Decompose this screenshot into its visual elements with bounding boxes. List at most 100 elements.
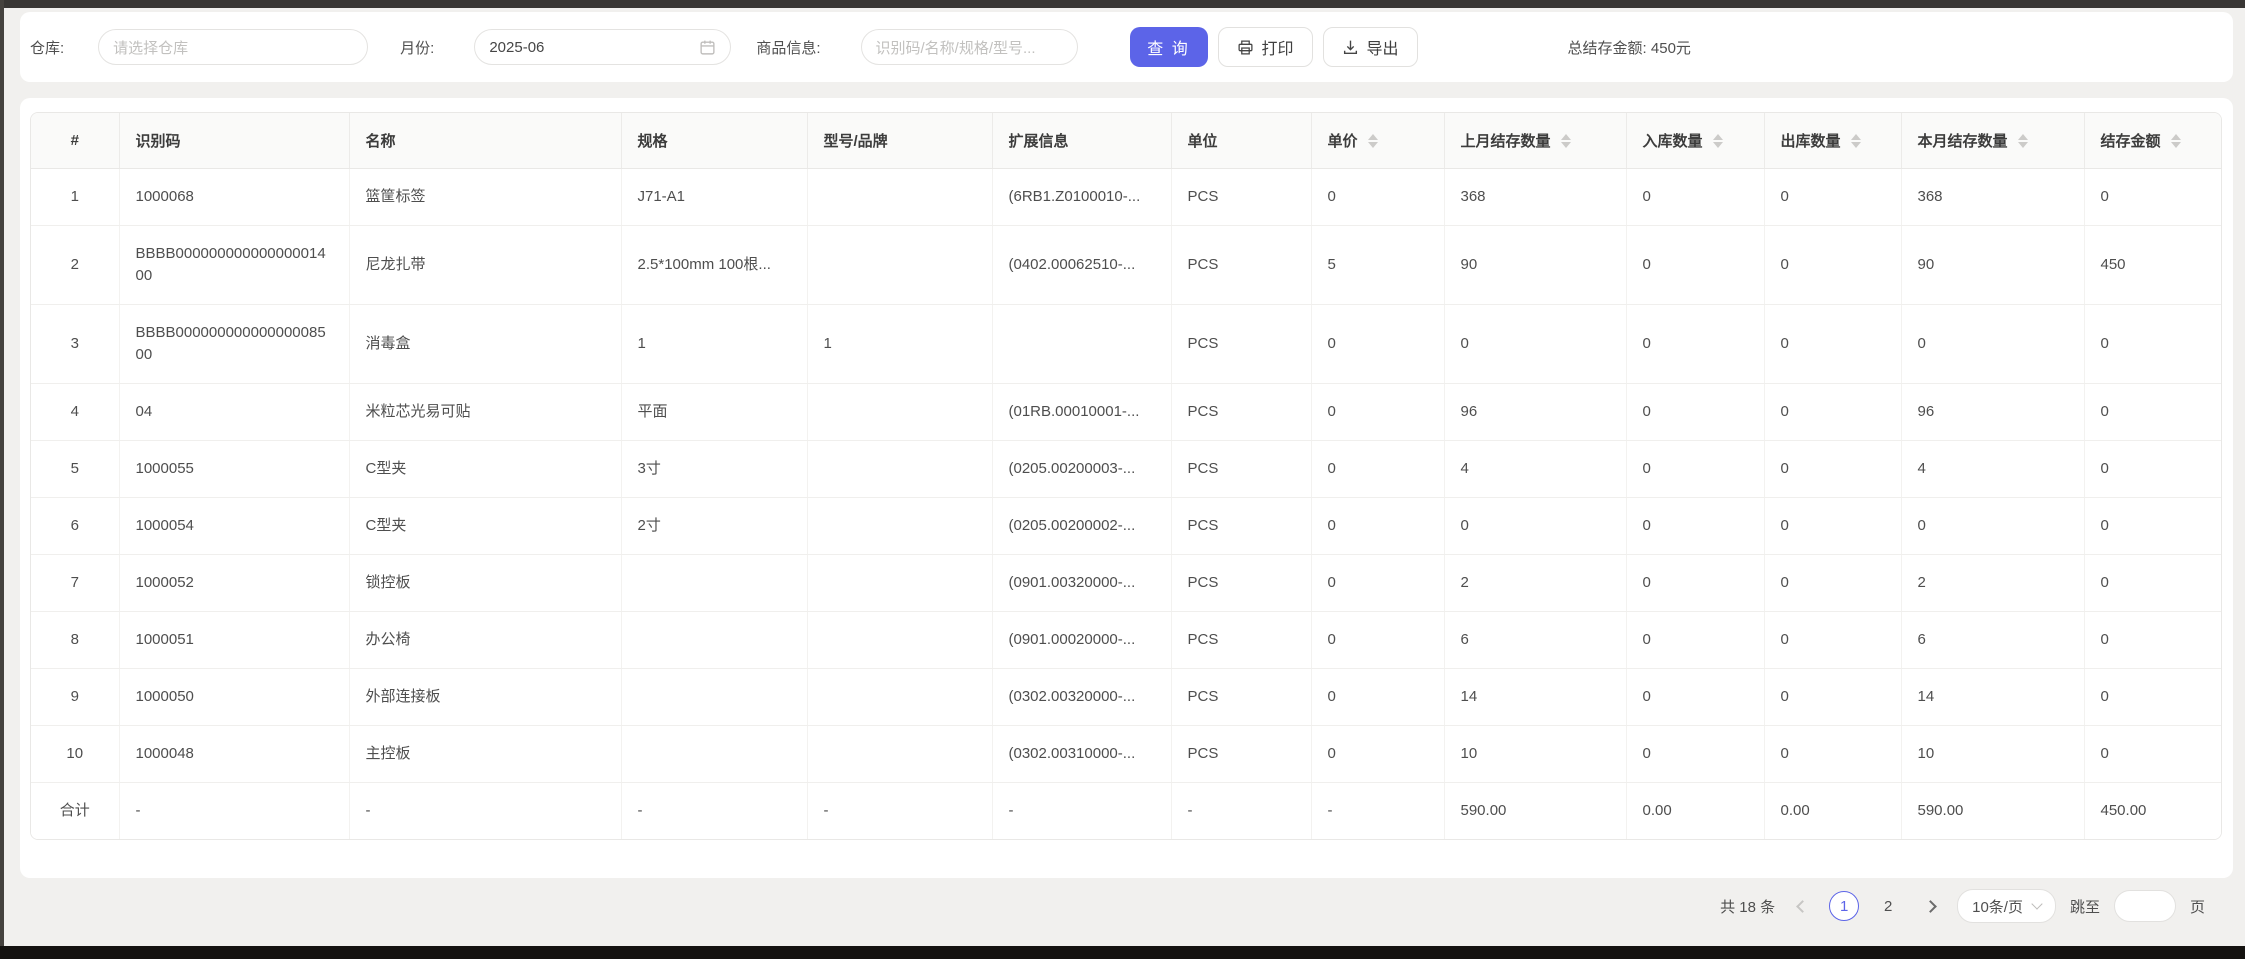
column-label: 规格 — [638, 130, 668, 151]
cell-unit: PCS — [1171, 555, 1311, 612]
column-header-spec: 规格 — [621, 113, 807, 169]
cell-spec: J71-A1 — [621, 169, 807, 226]
cell-outbound-qty: 0 — [1764, 169, 1901, 226]
column-label: 名称 — [366, 130, 396, 151]
cell-unit-price: 0 — [1311, 498, 1444, 555]
column-header-balance-amount[interactable]: 结存金额 — [2084, 113, 2222, 169]
cell-model-brand — [807, 612, 992, 669]
cell-last-month-qty: 6 — [1444, 612, 1626, 669]
chevron-left-icon — [1796, 900, 1809, 913]
window-edge-bottom — [0, 946, 2245, 959]
column-label: 型号/品牌 — [824, 130, 888, 151]
cell-current-month-qty: 368 — [1901, 169, 2084, 226]
pagination: 共 18 条 12 10条/页 跳至 页 — [1720, 886, 2205, 926]
table-row: 91000050外部连接板(0302.00320000-...PCS014001… — [31, 669, 2222, 726]
cell-inbound-qty: 0 — [1626, 498, 1764, 555]
total-count-text: 共 18 条 — [1720, 896, 1775, 917]
cell-model-brand: 1 — [807, 305, 992, 384]
cell-inbound-qty: 0 — [1626, 441, 1764, 498]
cell-inbound-qty: 0 — [1626, 726, 1764, 783]
cell-code: 1000068 — [119, 169, 349, 226]
cell-current-month-qty: 590.00 — [1901, 783, 2084, 840]
month-picker[interactable]: 2025-06 — [474, 29, 731, 65]
cell-inbound-qty: 0 — [1626, 169, 1764, 226]
cell-unit-price: 5 — [1311, 226, 1444, 305]
warehouse-select[interactable]: 请选择仓库 — [98, 29, 368, 65]
cell-outbound-qty: 0 — [1764, 726, 1901, 783]
table-row: 81000051办公椅(0901.00020000-...PCS060060 — [31, 612, 2222, 669]
cell-ext-info: - — [992, 783, 1171, 840]
column-label: 本月结存数量 — [1918, 130, 2008, 151]
column-header-model-brand: 型号/品牌 — [807, 113, 992, 169]
cell-unit: PCS — [1171, 669, 1311, 726]
column-header-outbound-qty[interactable]: 出库数量 — [1764, 113, 1901, 169]
column-header-inbound-qty[interactable]: 入库数量 — [1626, 113, 1764, 169]
cell-code: - — [119, 783, 349, 840]
cell-spec: 2.5*100mm 100根... — [621, 226, 807, 305]
jump-page-input[interactable] — [2114, 890, 2176, 922]
sort-icon — [2171, 134, 2181, 148]
window-edge-left — [0, 0, 4, 959]
next-page-button[interactable] — [1917, 891, 1943, 921]
jump-to-label: 跳至 — [2070, 896, 2100, 917]
cell-current-month-qty: 4 — [1901, 441, 2084, 498]
cell-code: BBBB00000000000000001400 — [119, 226, 349, 305]
print-button[interactable]: 打印 — [1218, 27, 1313, 67]
cell-last-month-qty: 4 — [1444, 441, 1626, 498]
cell-outbound-qty: 0 — [1764, 305, 1901, 384]
prev-page-button[interactable] — [1789, 891, 1815, 921]
query-button[interactable]: 查 询 — [1130, 27, 1208, 67]
cell-code: 1000052 — [119, 555, 349, 612]
cell-unit: - — [1171, 783, 1311, 840]
cell-model-brand — [807, 441, 992, 498]
cell-balance-amount: 0 — [2084, 305, 2222, 384]
print-button-label: 打印 — [1262, 35, 1294, 59]
cell-unit-price: 0 — [1311, 169, 1444, 226]
cell-index: 合计 — [31, 783, 119, 840]
cell-current-month-qty: 0 — [1901, 498, 2084, 555]
sort-icon — [2018, 134, 2028, 148]
column-header-last-month-qty[interactable]: 上月结存数量 — [1444, 113, 1626, 169]
cell-last-month-qty: 368 — [1444, 169, 1626, 226]
page-button-2[interactable]: 2 — [1873, 891, 1903, 921]
page-size-select[interactable]: 10条/页 — [1957, 889, 2056, 923]
cell-model-brand — [807, 498, 992, 555]
cell-ext-info: (0402.00062510-... — [992, 226, 1171, 305]
cell-inbound-qty: 0 — [1626, 669, 1764, 726]
cell-inbound-qty: 0 — [1626, 555, 1764, 612]
cell-name: 办公椅 — [349, 612, 621, 669]
sort-icon — [1713, 134, 1723, 148]
column-header-ext-info: 扩展信息 — [992, 113, 1171, 169]
cell-name: C型夹 — [349, 498, 621, 555]
column-label: 入库数量 — [1643, 130, 1703, 151]
window-edge-top — [0, 0, 2245, 8]
cell-index: 6 — [31, 498, 119, 555]
page-button-1[interactable]: 1 — [1829, 891, 1859, 921]
product-info-input[interactable]: 识别码/名称/规格/型号... — [861, 29, 1078, 65]
cell-unit-price: 0 — [1311, 612, 1444, 669]
cell-name: 消毒盒 — [349, 305, 621, 384]
cell-code: BBBB00000000000000008500 — [119, 305, 349, 384]
cell-current-month-qty: 10 — [1901, 726, 2084, 783]
column-label: 上月结存数量 — [1461, 130, 1551, 151]
table-row: 2BBBB00000000000000001400尼龙扎带2.5*100mm 1… — [31, 226, 2222, 305]
cell-name: 锁控板 — [349, 555, 621, 612]
cell-spec — [621, 669, 807, 726]
filter-toolbar: 仓库: 请选择仓库 月份: 2025-06 商品信息: 识别码/名称/规格/型号… — [20, 12, 2233, 82]
cell-current-month-qty: 96 — [1901, 384, 2084, 441]
cell-unit-price: - — [1311, 783, 1444, 840]
column-label: 识别码 — [136, 130, 181, 151]
cell-model-brand — [807, 726, 992, 783]
inventory-report-screen: 仓库: 请选择仓库 月份: 2025-06 商品信息: 识别码/名称/规格/型号… — [0, 0, 2245, 959]
cell-last-month-qty: 96 — [1444, 384, 1626, 441]
warehouse-label: 仓库: — [30, 37, 64, 58]
cell-balance-amount: 0 — [2084, 384, 2222, 441]
cell-last-month-qty: 90 — [1444, 226, 1626, 305]
column-header-unit-price[interactable]: 单价 — [1311, 113, 1444, 169]
jump-page-suffix: 页 — [2190, 896, 2205, 917]
cell-ext-info: (0302.00320000-... — [992, 669, 1171, 726]
cell-current-month-qty: 2 — [1901, 555, 2084, 612]
cell-outbound-qty: 0 — [1764, 612, 1901, 669]
column-header-current-month-qty[interactable]: 本月结存数量 — [1901, 113, 2084, 169]
export-button[interactable]: 导出 — [1323, 27, 1418, 67]
